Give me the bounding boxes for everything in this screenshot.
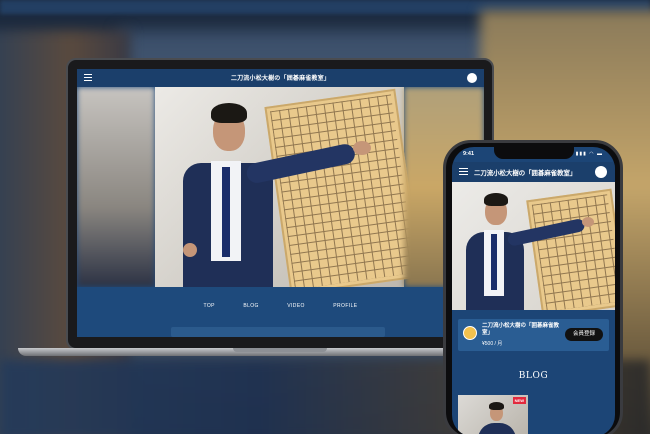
account-icon[interactable] [467,73,477,83]
membership-price: ¥500 / 月 [482,341,503,347]
new-badge: NEW [512,397,526,404]
site-title[interactable]: 二刀流小松大樹の「囲碁麻雀教室」 [77,73,484,82]
instructor-figure [175,95,375,287]
phone-site-header: 二刀流小松大樹の「囲碁麻雀教室」 [452,162,615,182]
membership-avatar [463,326,477,340]
nav-profile[interactable]: PROFILE [333,303,357,309]
membership-bar[interactable] [171,327,385,337]
site-header: 二刀流小松大樹の「囲碁麻雀教室」 [77,69,484,87]
thumbnail-figure [472,399,522,434]
phone-hero-image [452,182,615,310]
membership-card: 二刀流小松大樹の「囲碁麻雀教室」 ¥500 / 月 会員登録 [458,319,609,351]
phone-hamburger-menu-icon[interactable] [459,168,468,177]
nav-video[interactable]: VIDEO [287,303,305,309]
hero-blur-left [77,87,155,287]
blog-post-thumbnail[interactable]: NEW [458,395,528,434]
status-time: 9:41 [463,151,475,157]
main-nav: TOP BLOG VIDEO PROFILE [77,294,484,312]
laptop-screen: 二刀流小松大樹の「囲碁麻雀教室」 TOP BLOG VIDEO PROFILE [77,69,484,337]
hero-image [77,87,484,287]
membership-title: 二刀流小松大樹の「囲碁麻雀教室」 [482,323,560,336]
phone-account-icon[interactable] [595,166,607,178]
nav-top[interactable]: TOP [203,303,214,309]
phone-site-title[interactable]: 二刀流小松大樹の「囲碁麻雀教室」 [474,168,576,177]
blog-heading: BLOG [518,371,549,381]
hero-photo [155,87,422,287]
phone-notch [494,147,574,159]
laptop-notch [233,348,327,352]
join-button[interactable]: 会員登録 [565,328,603,341]
status-icons: ▮▮▮ ◠ ▬ [575,151,603,157]
nav-blog[interactable]: BLOG [243,303,259,309]
phone-instructor-figure [462,188,602,310]
phone-screen: 9:41 ▮▮▮ ◠ ▬ 二刀流小松大樹の「囲碁麻雀教室」 二刀流小松大樹の「囲… [452,147,615,434]
